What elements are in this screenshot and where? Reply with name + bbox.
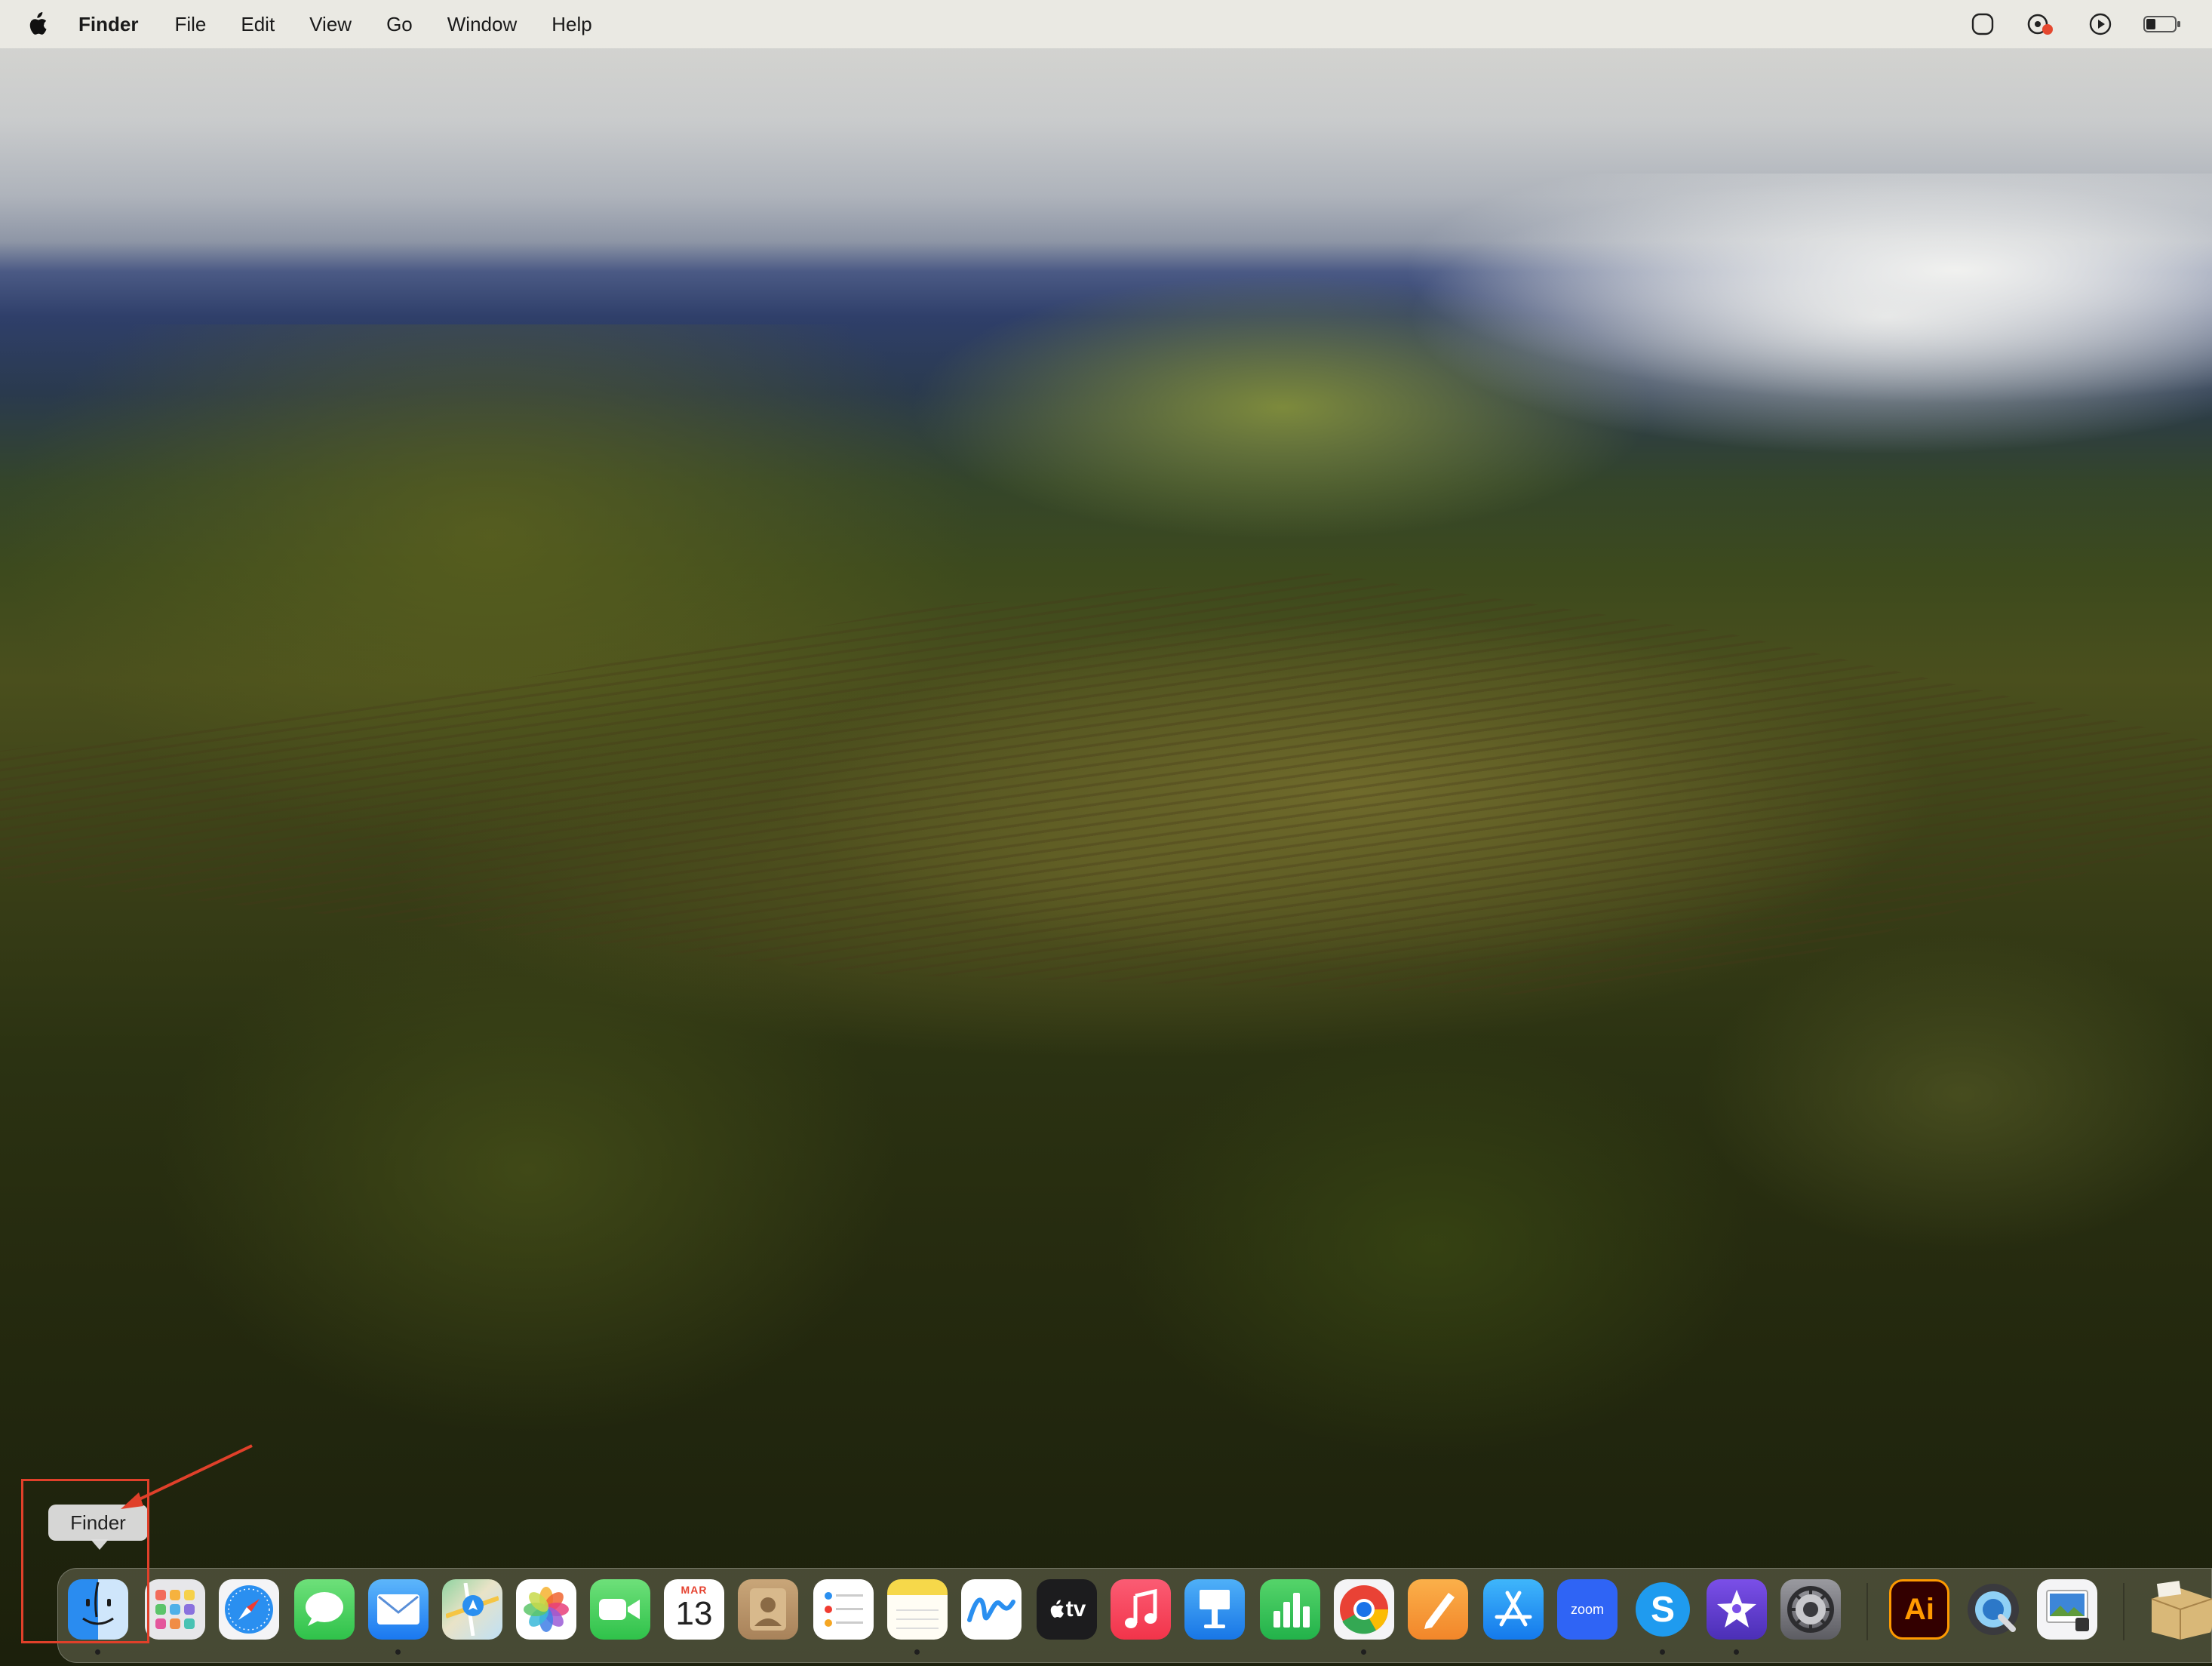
numbers-bars-icon [1273,1593,1310,1628]
keynote-podium-icon [1200,1590,1230,1628]
launchpad-grid-icon [155,1590,195,1629]
dock-running-indicator [395,1649,401,1655]
dock-pages[interactable] [1408,1579,1468,1640]
dock-system-settings[interactable] [1780,1579,1841,1640]
menu-go[interactable]: Go [386,0,413,48]
dock-running-indicator [1361,1649,1366,1655]
safari-compass-icon [225,1585,273,1634]
battery-icon[interactable] [2143,14,2182,35]
envelope-icon [377,1594,419,1625]
freeform-scribble-icon [967,1597,1015,1622]
dock-quicktime[interactable] [1963,1579,2023,1640]
dock-chrome[interactable] [1334,1579,1394,1640]
menu-finder[interactable]: Finder [78,0,138,48]
apple-logo-icon[interactable] [26,11,48,38]
calendar-day: 13 [675,1595,713,1632]
dock-freeform[interactable] [961,1579,1022,1640]
menu-help[interactable]: Help [551,0,591,48]
dock-downloads-stack[interactable] [2147,1579,2212,1640]
dock-running-indicator [1734,1649,1739,1655]
apple-tv-label: tv [1065,1597,1086,1621]
dock-apple-tv[interactable]: tv [1037,1579,1097,1640]
gear-icon [1787,1586,1834,1633]
apple-tv-logo-icon [1050,1600,1064,1618]
dock-calendar[interactable]: MAR 13 [664,1579,724,1640]
dock-app-store[interactable] [1483,1579,1544,1640]
play-icon[interactable] [2088,12,2112,36]
dock-music[interactable] [1111,1579,1171,1640]
notes-lines-icon [896,1609,939,1629]
illustrator-label: Ai [1904,1592,1934,1626]
dock-running-indicator [1660,1649,1665,1655]
dock-preview[interactable] [2037,1579,2097,1640]
calendar-month: MAR [680,1584,708,1596]
dock-launchpad[interactable] [145,1579,205,1640]
wallpaper-fog [1358,174,2212,415]
video-camera-icon [599,1599,640,1620]
dock-running-indicator [95,1649,100,1655]
dock-notes[interactable] [887,1579,948,1640]
dock-illustrator[interactable]: Ai [1889,1579,1949,1640]
dock-keynote[interactable] [1184,1579,1245,1640]
dock-maps[interactable] [442,1579,502,1640]
zoom-label: zoom [1570,1601,1604,1617]
menu-bar: Finder File Edit View Go Window Help [0,0,2212,48]
dock-zoom[interactable]: zoom [1557,1579,1618,1640]
quicktime-q-icon [1968,1584,2019,1635]
dock-safari[interactable] [219,1579,279,1640]
menu-view[interactable]: View [309,0,352,48]
dock-mail[interactable] [368,1579,429,1640]
chrome-logo-icon [1340,1585,1388,1634]
focus-icon[interactable] [2025,11,2058,37]
dock-imovie[interactable] [1707,1579,1767,1640]
dock-facetime[interactable] [590,1579,650,1640]
contact-person-icon [750,1588,786,1631]
wallpaper-forest-front [0,868,2212,1666]
dock-messages[interactable] [294,1579,355,1640]
dock-skype[interactable]: S [1633,1579,1693,1640]
annotation-arrow-icon [121,1444,253,1509]
dock-numbers[interactable] [1260,1579,1320,1640]
speech-bubble-icon [306,1592,343,1626]
photos-flower-icon [524,1587,569,1632]
menu-edit[interactable]: Edit [241,0,275,48]
reminders-list-icon [825,1592,863,1627]
dock-photos[interactable] [516,1579,576,1640]
dock-running-indicator [914,1649,920,1655]
skype-label: S [1650,1589,1675,1630]
box-stack-icon [2151,1580,2212,1640]
skype-logo-icon: S [1636,1582,1690,1637]
imovie-star-icon [1717,1590,1756,1628]
dock-contacts[interactable] [738,1579,798,1640]
pages-pen-icon [1424,1593,1455,1629]
dock-separator [1866,1583,1868,1640]
preview-photos-icon [2046,1590,2089,1631]
menu-window[interactable]: Window [447,0,517,48]
menu-file[interactable]: File [174,0,206,48]
screen-mirror-icon[interactable] [1971,12,1995,36]
map-pin-icon [446,1583,499,1636]
app-store-a-icon [1495,1591,1532,1627]
dock-reminders[interactable] [813,1579,874,1640]
music-note-icon [1125,1588,1157,1628]
dock-separator [2123,1583,2124,1640]
